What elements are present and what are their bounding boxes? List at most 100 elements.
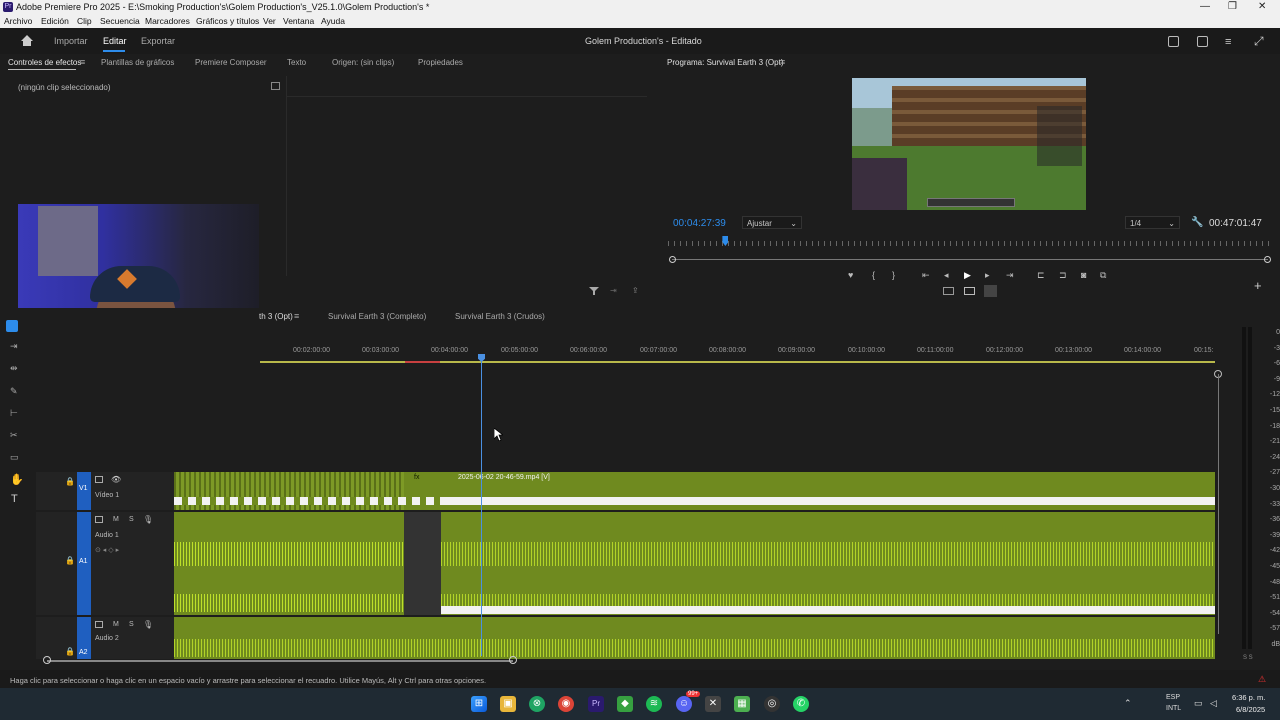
tab-controles-efectos[interactable]: Controles de efectos — [8, 58, 81, 67]
menu-marcadores[interactable]: Marcadores — [145, 16, 190, 26]
microphone-icon[interactable]: 🎙 — [143, 620, 153, 629]
timeline-playhead-line[interactable] — [481, 356, 482, 656]
warning-icon[interactable]: ⚠ — [1258, 674, 1266, 685]
workspace-editar[interactable]: Editar — [103, 36, 127, 46]
menu-clip[interactable]: Clip — [77, 16, 92, 26]
minimize-icon[interactable]: — — [1200, 1, 1210, 12]
tab-survival-completo[interactable]: Survival Earth 3 (Completo) — [328, 312, 426, 321]
hand-tool-icon[interactable]: ✋ — [10, 473, 24, 486]
export-icon[interactable]: ⇪ — [632, 286, 639, 295]
volume-icon[interactable]: ◁ — [1210, 698, 1217, 709]
program-menu-icon[interactable]: ≡ — [780, 57, 785, 67]
eye-icon[interactable]: 👁 — [111, 475, 121, 484]
obs-icon[interactable]: ◎ — [764, 696, 780, 712]
fit-dropdown[interactable]: Ajustar ⌄ — [742, 216, 802, 229]
lift-icon[interactable]: ⊏ — [1037, 270, 1045, 281]
vertical-scrollbar[interactable] — [1218, 374, 1219, 634]
scroll-handle-left[interactable] — [43, 656, 51, 664]
discord-icon[interactable]: ☺ — [676, 696, 692, 712]
chrome-icon[interactable]: ◉ — [558, 696, 574, 712]
a2-target[interactable]: A2 — [77, 617, 91, 659]
menu-graficos[interactable]: Gráficos y títulos — [196, 16, 259, 26]
extract-icon[interactable]: ⊐ — [1059, 270, 1067, 281]
v1-target[interactable]: V1 — [77, 472, 91, 510]
mute-button[interactable]: M — [113, 621, 119, 628]
close-icon[interactable]: ✕ — [1258, 1, 1266, 12]
tab-survival-opt[interactable]: th 3 (Opt) — [259, 312, 293, 321]
premiere-taskbar-icon[interactable]: Pr — [588, 696, 604, 712]
keyframe-nav-icon[interactable]: ⊙ ◂ ◇ ▸ — [95, 546, 119, 554]
overlay-icon[interactable] — [964, 287, 975, 295]
maximize-icon[interactable]: ❐ — [1228, 1, 1237, 12]
xbox-icon[interactable]: ⊗ — [529, 696, 545, 712]
resolution-dropdown[interactable]: 1/4 ⌄ — [1125, 216, 1180, 229]
add-button-icon[interactable]: + — [1254, 278, 1262, 293]
program-timecode[interactable]: 00:04:27:39 — [673, 218, 726, 229]
wrench-icon[interactable]: 🔧 — [1191, 217, 1203, 228]
a1-target[interactable]: A1 — [77, 512, 91, 615]
compare-icon[interactable]: ⧉ — [1100, 270, 1106, 281]
lock-icon[interactable]: 🔒 — [65, 647, 75, 656]
lock-icon[interactable]: 🔒 — [65, 556, 75, 565]
zoom-handle-right[interactable] — [1264, 256, 1271, 263]
timeline-menu-icon[interactable]: ≡ — [294, 311, 299, 321]
slip-tool-icon[interactable]: ⊢ — [10, 408, 18, 419]
sync-lock-icon[interactable] — [95, 476, 103, 483]
program-time-ruler[interactable] — [668, 241, 1272, 246]
lang-top[interactable]: ESP — [1166, 694, 1180, 701]
safe-margins-icon[interactable] — [943, 287, 954, 295]
tray-chevron-up-icon[interactable]: ⌃ — [1124, 698, 1132, 709]
scroll-handle-right[interactable] — [509, 656, 517, 664]
tab-premiere-composer[interactable]: Premiere Composer — [195, 58, 267, 67]
home-icon[interactable] — [20, 34, 34, 47]
solo-button[interactable]: S — [129, 516, 134, 523]
app-icon[interactable]: ✕ — [705, 696, 721, 712]
marker-icon[interactable]: ♥ — [848, 270, 853, 280]
mute-button[interactable]: M — [113, 516, 119, 523]
ripple-tool-icon[interactable]: ⇹ — [10, 363, 18, 374]
timeline-scrollbar[interactable] — [47, 660, 513, 662]
zoom-handle-left[interactable] — [669, 256, 676, 263]
lang-bottom[interactable]: INTL — [1166, 705, 1181, 712]
clock-time[interactable]: 6:36 p. m. — [1232, 693, 1265, 702]
track-select-tool-icon[interactable]: ⇥ — [10, 341, 18, 352]
menu-ver[interactable]: Ver — [263, 16, 276, 26]
windows-start-icon[interactable]: ⊞ — [471, 696, 487, 712]
cube-app-icon[interactable]: ▦ — [734, 696, 750, 712]
whatsapp-icon[interactable]: ✆ — [793, 696, 809, 712]
tab-propiedades[interactable]: Propiedades — [418, 58, 463, 67]
audio-clip-a1-part1[interactable] — [174, 512, 404, 615]
minecraft-launcher-icon[interactable]: ◆ — [617, 696, 633, 712]
panel-menu-icon[interactable]: ≡ — [80, 57, 85, 67]
clock-date[interactable]: 6/8/2025 — [1236, 705, 1265, 714]
mark-out-icon[interactable]: } — [892, 270, 895, 280]
audio-clip-a1-part2[interactable] — [441, 512, 1215, 615]
lock-icon[interactable]: 🔒 — [65, 477, 75, 486]
tab-survival-crudos[interactable]: Survival Earth 3 (Crudos) — [455, 312, 545, 321]
menu-edicion[interactable]: Edición — [41, 16, 69, 26]
tab-texto[interactable]: Texto — [287, 58, 306, 67]
tab-plantillas[interactable]: Plantillas de gráficos — [101, 58, 174, 67]
menu-lines-icon[interactable]: ≡ — [1225, 36, 1238, 48]
arrow-icon[interactable]: ⇥ — [610, 286, 617, 295]
go-to-out-icon[interactable]: ⇥ — [1006, 270, 1014, 281]
go-to-in-icon[interactable]: ⇤ — [922, 270, 930, 281]
panel-toggle-icon[interactable] — [271, 82, 280, 90]
rect-tool-icon[interactable]: ▭ — [10, 452, 19, 463]
expand-icon[interactable]: ⤢ — [1254, 34, 1264, 49]
razor-tool-icon[interactable]: ✂ — [10, 430, 18, 441]
step-back-icon[interactable]: ◂ — [944, 270, 949, 281]
microphone-icon[interactable]: 🎙 — [143, 515, 153, 524]
play-icon[interactable]: ▶ — [964, 270, 971, 281]
type-tool-icon[interactable]: T — [11, 493, 18, 505]
solo-button[interactable]: S — [129, 621, 134, 628]
zoom-scrollbar[interactable] — [672, 259, 1268, 260]
workspaces-icon[interactable] — [1168, 36, 1179, 47]
menu-secuencia[interactable]: Secuencia — [100, 16, 140, 26]
camera-icon[interactable]: ◙ — [1081, 270, 1086, 280]
tab-origen[interactable]: Origen: (sin clips) — [332, 58, 394, 67]
spotify-icon[interactable]: ≋ — [646, 696, 662, 712]
menu-archivo[interactable]: Archivo — [4, 16, 32, 26]
menu-ayuda[interactable]: Ayuda — [321, 16, 345, 26]
workspace-importar[interactable]: Importar — [54, 36, 88, 46]
